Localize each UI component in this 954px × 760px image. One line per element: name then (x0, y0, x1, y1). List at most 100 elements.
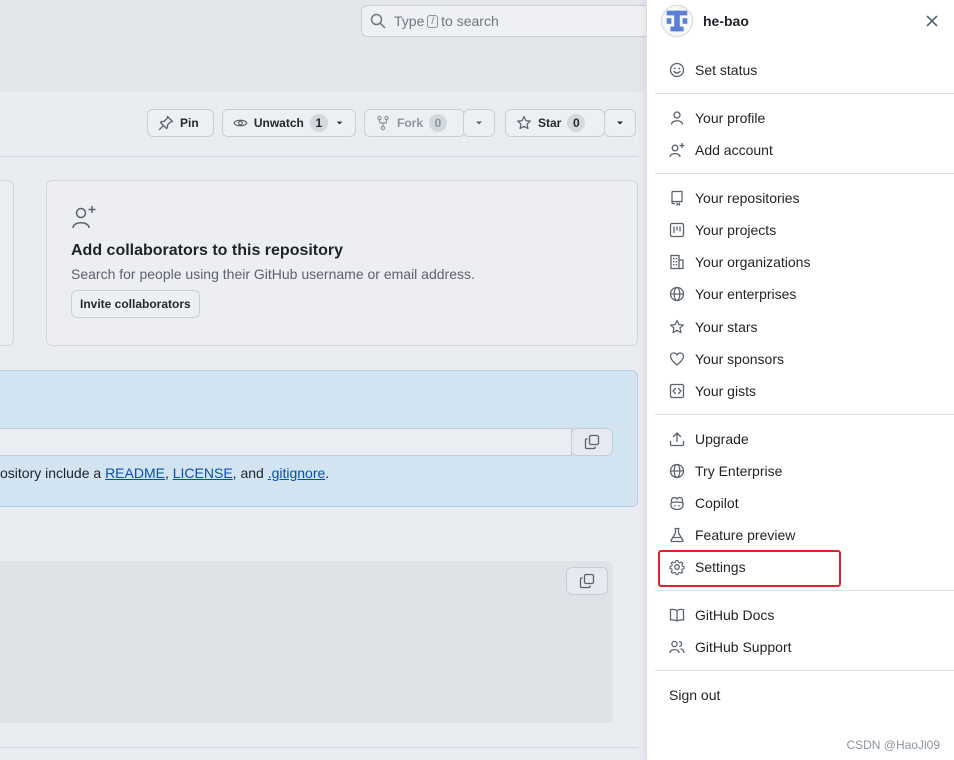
close-icon[interactable] (924, 13, 940, 29)
menu-item-label: GitHub Docs (695, 607, 775, 623)
invite-collaborators-button[interactable]: Invite collaborators (71, 290, 200, 318)
readme-link[interactable]: README (105, 465, 165, 481)
eye-icon (233, 119, 248, 127)
menu-item-your-organizations[interactable]: Your organizations (669, 248, 939, 276)
star-dropdown-button[interactable] (604, 109, 636, 137)
collaborators-card: Add collaborators to this repository Sea… (46, 180, 638, 346)
menu-item-your-stars[interactable]: Your stars (669, 313, 939, 341)
menu-item-upgrade[interactable]: Upgrade (669, 425, 939, 453)
partial-card (0, 180, 14, 346)
book-icon (669, 608, 685, 622)
upload-icon (669, 432, 685, 447)
avatar[interactable] (661, 5, 693, 37)
search-placeholder-prefix: Type (394, 13, 425, 29)
menu-item-copilot[interactable]: Copilot (669, 489, 939, 517)
menu-item-try-enterprise[interactable]: Try Enterprise (669, 457, 939, 485)
pin-icon (158, 115, 174, 131)
copy-url-button[interactable] (571, 428, 613, 456)
menu-item-label: GitHub Support (695, 639, 792, 655)
collaborators-description: Search for people using their GitHub use… (71, 266, 475, 282)
copy-code-button[interactable] (566, 567, 608, 595)
repo-actions: Pin Unwatch 1 Fork 0 Star 0 (0, 109, 646, 139)
star-icon (517, 115, 531, 130)
watch-count: 1 (309, 114, 328, 132)
star-button[interactable]: Star 0 (505, 109, 605, 137)
fork-dropdown-button[interactable] (463, 109, 495, 137)
fork-count: 0 (429, 114, 448, 132)
search-input[interactable]: Type / to search (361, 5, 661, 37)
menu-item-label: Your profile (695, 110, 766, 126)
menu-item-label: Set status (695, 62, 758, 78)
menu-item-set-status[interactable]: Set status (669, 56, 939, 84)
header-divider (0, 156, 638, 157)
copilot-icon (670, 496, 684, 511)
menu-item-your-enterprises[interactable]: Your enterprises (669, 280, 939, 308)
clone-url-field[interactable] (0, 428, 572, 456)
chevron-down-icon (336, 121, 343, 125)
project-icon (669, 222, 685, 238)
menu-divider (655, 173, 954, 174)
menu-item-your-projects[interactable]: Your projects (669, 216, 939, 244)
copy-icon (579, 573, 595, 589)
setup-recommendation-text: ository include a README, LICENSE, and .… (0, 465, 329, 481)
menu-item-label: Your enterprises (695, 286, 797, 302)
menu-item-label: Your stars (695, 319, 758, 335)
content-divider (0, 747, 638, 748)
person-icon (670, 111, 684, 125)
search-icon (370, 13, 386, 29)
globe-icon (669, 286, 685, 302)
fork-icon (377, 115, 389, 131)
menu-divider (655, 414, 954, 415)
star-icon (670, 319, 684, 334)
star-label: Star (538, 116, 562, 130)
fork-label: Fork (397, 116, 424, 130)
menu-divider (655, 670, 954, 671)
username: he-bao (703, 13, 749, 29)
unwatch-button[interactable]: Unwatch 1 (222, 109, 356, 137)
user-menu-panel: he-bao Set status Your profile Add accou… (646, 0, 954, 760)
setup-text-end: . (325, 465, 330, 481)
menu-item-your-repositories[interactable]: Your repositories (669, 184, 939, 212)
setup-text-separator: , and (232, 465, 268, 481)
menu-item-feature-preview[interactable]: Feature preview (669, 521, 939, 549)
smiley-icon (669, 62, 685, 78)
pin-label: Pin (180, 116, 199, 130)
menu-item-label: Your sponsors (695, 351, 784, 367)
setup-text-prefix: ository include a (0, 465, 106, 481)
menu-item-label: Copilot (695, 495, 739, 511)
person-add-icon (669, 143, 685, 158)
menu-item-label: Your organizations (695, 254, 811, 270)
menu-divider (655, 93, 954, 94)
watermark: CSDN @HaoJl09 (846, 738, 940, 752)
code-square-icon (669, 383, 685, 399)
star-count: 0 (567, 114, 586, 132)
menu-divider (655, 590, 954, 591)
menu-item-label: Upgrade (695, 431, 749, 447)
menu-item-your-profile[interactable]: Your profile (669, 104, 939, 132)
fork-button[interactable]: Fork 0 (364, 109, 465, 137)
pin-button[interactable]: Pin (147, 109, 214, 137)
unwatch-label: Unwatch (253, 116, 304, 130)
menu-item-your-gists[interactable]: Your gists (669, 377, 939, 405)
menu-item-github-docs[interactable]: GitHub Docs (669, 601, 939, 629)
menu-item-your-sponsors[interactable]: Your sponsors (669, 345, 939, 373)
globe-icon (669, 463, 685, 479)
organization-icon (670, 254, 684, 270)
person-add-icon (72, 206, 96, 229)
gitignore-link[interactable]: .gitignore (268, 465, 326, 481)
menu-item-sign-out[interactable]: Sign out (669, 681, 939, 709)
menu-item-github-support[interactable]: GitHub Support (669, 633, 939, 661)
user-menu-header: he-bao (661, 4, 951, 38)
menu-item-label: Feature preview (695, 527, 796, 543)
menu-item-label: Your gists (695, 383, 756, 399)
menu-item-label: Add account (695, 142, 773, 158)
search-shortcut-key: / (427, 14, 439, 28)
license-link[interactable]: LICENSE (173, 465, 233, 481)
chevron-down-icon (476, 121, 482, 125)
beaker-icon (670, 527, 684, 543)
menu-item-label: Sign out (669, 687, 721, 703)
menu-item-add-account[interactable]: Add account (669, 136, 939, 164)
chevron-down-icon (617, 121, 623, 125)
menu-item-label: Try Enterprise (695, 463, 783, 479)
menu-item-label: Your projects (695, 222, 777, 238)
